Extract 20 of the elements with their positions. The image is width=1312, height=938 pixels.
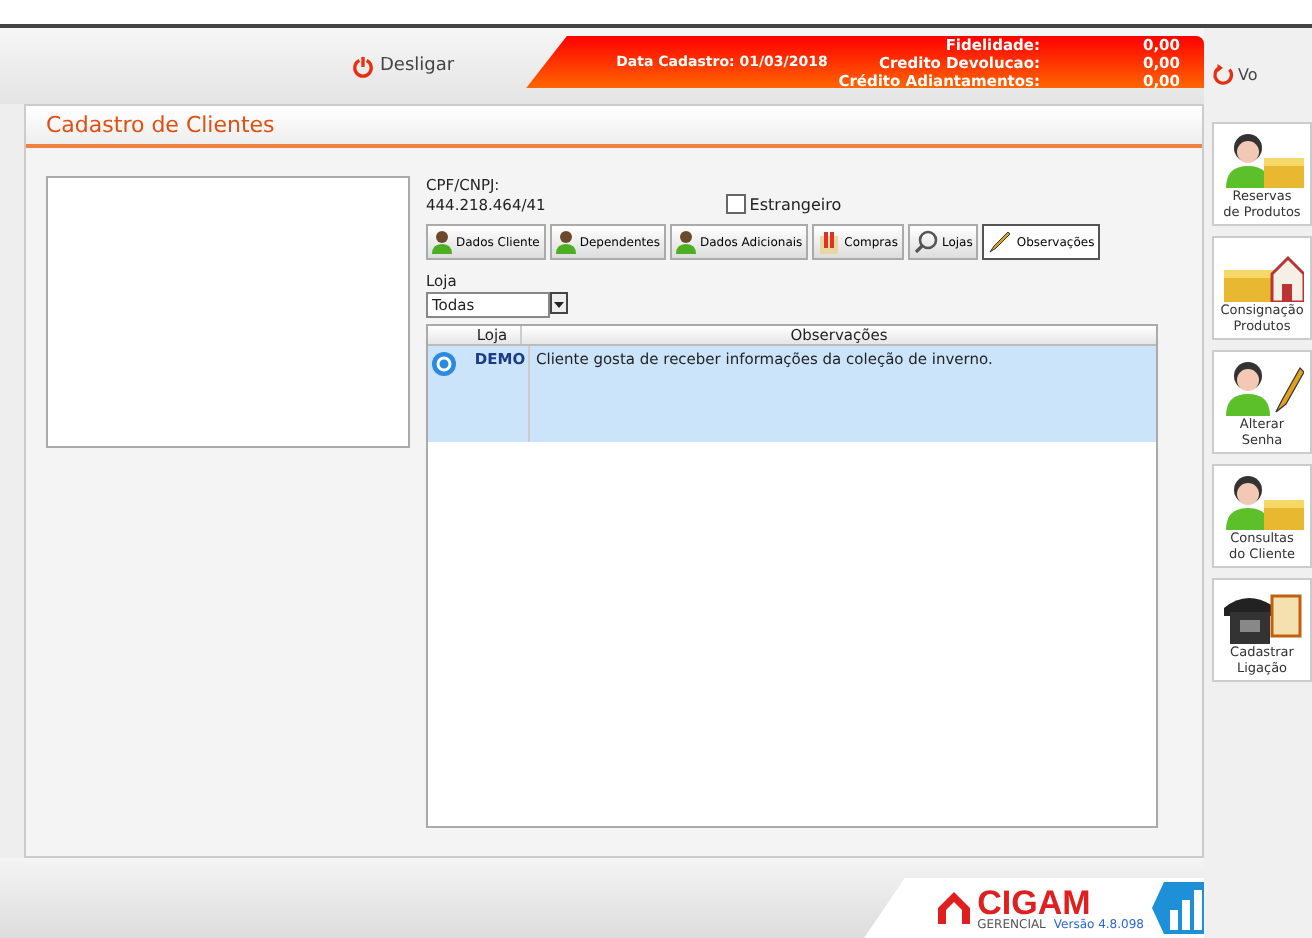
person-icon [675, 230, 696, 254]
person-icon [555, 230, 576, 254]
bag-icon [818, 230, 841, 254]
row-pointer-icon [432, 352, 456, 376]
power-icon [352, 55, 374, 77]
foreigner-checkbox[interactable]: Estrangeiro [725, 194, 842, 214]
back-button[interactable]: Vo [1212, 36, 1312, 112]
search-icon [913, 230, 938, 254]
person-box-icon [1220, 128, 1304, 188]
logout-button[interactable]: Desligar [352, 55, 455, 77]
dropdown-button[interactable] [550, 292, 568, 314]
refresh-icon [1212, 63, 1234, 85]
caret-icon [554, 302, 564, 308]
roof-icon [937, 892, 970, 924]
person-box-icon [1220, 470, 1304, 530]
person-pencil-icon [1220, 356, 1304, 416]
bar-chart-icon [1152, 882, 1204, 934]
pencil-icon [988, 230, 1013, 254]
panel-title: Cadastro de Clientes [26, 106, 1202, 148]
person-icon [432, 230, 452, 254]
